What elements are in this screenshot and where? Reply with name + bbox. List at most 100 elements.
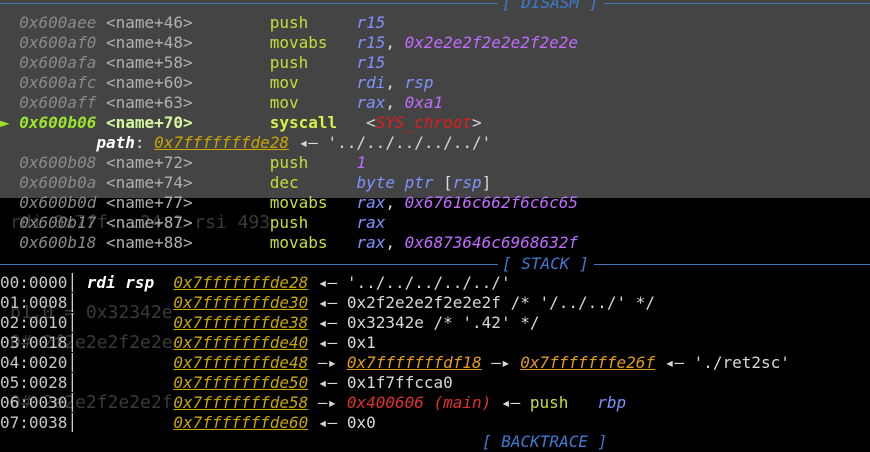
- stack-value: './ret2sc': [693, 353, 790, 372]
- mnemonic: movabs: [269, 193, 357, 212]
- path-colon: :: [134, 133, 155, 152]
- symbol-offset: <name+88>: [105, 233, 193, 252]
- mnemonic: mov: [269, 73, 357, 92]
- stack-value: ◂—: [317, 373, 347, 392]
- stack-divider: │: [67, 393, 87, 412]
- stack-offset: 05:0028: [0, 373, 68, 392]
- mnemonic: syscall: [269, 113, 357, 132]
- stack-value: ◂—: [491, 393, 530, 412]
- stack-value: ◂—: [655, 353, 694, 372]
- stack-value: ◂—: [317, 293, 347, 312]
- operand: rsp: [452, 173, 482, 192]
- stack-divider: │: [67, 273, 87, 292]
- symbol-offset: <name+60>: [105, 73, 193, 92]
- stack-registers: [87, 373, 174, 392]
- backtrace-header: [ BACKTRACE ]: [482, 432, 608, 451]
- operand: 0xa1: [404, 93, 444, 112]
- symbol-offset: <name+72>: [105, 153, 193, 172]
- stack-value: rbp: [597, 393, 627, 412]
- stack-offset: 04:0020: [0, 353, 68, 372]
- stack-offset: 00:0000: [0, 273, 68, 292]
- stack-value: 0x7fffffffdf18: [346, 353, 482, 372]
- instruction-address: 0x600b17: [19, 213, 97, 232]
- operand: rsp: [404, 73, 434, 92]
- disasm-line: 0x600aee <name+46> push r15: [0, 13, 385, 33]
- stack-value: ◂—: [317, 413, 347, 432]
- gutter: [0, 213, 19, 232]
- disasm-line: 0x600b18 <name+88> movabs rax, 0x6873646…: [0, 233, 578, 253]
- stack-divider: │: [67, 413, 87, 432]
- operand: ,: [385, 233, 405, 252]
- disasm-line: 0x600af0 <name+48> movabs r15, 0x2e2e2f2…: [0, 33, 578, 53]
- operand: rax: [356, 193, 386, 212]
- stack-entry: 07:0038│ 0x7fffffffde60 ◂— 0x0: [0, 413, 376, 433]
- instruction-address: 0x600b06: [19, 113, 97, 132]
- stack-value: 0x1: [346, 333, 376, 352]
- operand: rax: [356, 233, 386, 252]
- symbol-offset: <name+58>: [105, 53, 193, 72]
- stack-divider: │: [67, 313, 87, 332]
- stack-address: 0x7fffffffde50: [173, 373, 309, 392]
- instruction-address: 0x600b18: [19, 233, 97, 252]
- path-annotation: path: 0x7fffffffde28 ◂— '../../../../../…: [0, 133, 491, 153]
- stack-address: 0x7fffffffde28: [173, 273, 309, 292]
- disasm-line: 0x600afc <name+60> mov rdi, rsp: [0, 73, 434, 93]
- stack-offset: 01:0008: [0, 293, 68, 312]
- stack-divider: │: [67, 293, 87, 312]
- operand: ,: [385, 73, 405, 92]
- stack-registers: [87, 313, 174, 332]
- stack-entry: 02:0010│ 0x7fffffffde38 ◂— 0x32342e /* '…: [0, 313, 539, 333]
- stack-divider: │: [67, 333, 87, 352]
- disasm-header: [ DISASM ]: [502, 0, 599, 12]
- mnemonic: dec: [269, 173, 357, 192]
- stack-address: 0x7fffffffde58: [173, 393, 309, 412]
- operand: r15: [356, 13, 386, 32]
- stack-value: 0x0: [346, 413, 376, 432]
- current-instruction-marker: ►: [0, 113, 20, 132]
- gutter: [0, 73, 19, 92]
- stack-value: 0x400606 (main): [346, 393, 492, 412]
- operand: ,: [385, 33, 405, 52]
- stack-value: 0x7fffffffe26f: [520, 353, 656, 372]
- disasm-line: 0x600aff <name+63> mov rax, 0xa1: [0, 93, 443, 113]
- gutter: [0, 93, 19, 112]
- instruction-address: 0x600afa: [19, 53, 97, 72]
- stack-address: 0x7fffffffde38: [173, 313, 309, 332]
- operand: ]: [481, 173, 492, 192]
- operand: 0x67616c662f6c6c65: [404, 193, 578, 212]
- disasm-line: 0x600b17 <name+87> push rax: [0, 213, 385, 233]
- path-pointer: 0x7fffffffde28: [154, 133, 289, 152]
- operand: <: [366, 113, 376, 132]
- operand: rax: [356, 213, 386, 232]
- operand: rdi: [356, 73, 386, 92]
- stack-value: ◂—: [317, 333, 347, 352]
- mnemonic: push: [269, 213, 357, 232]
- mnemonic: mov: [269, 93, 357, 112]
- disasm-separator-left: [0, 3, 498, 4]
- operand: r15: [356, 33, 386, 52]
- gutter: [0, 173, 19, 192]
- stack-value: push: [529, 393, 569, 412]
- stack-value: —▸: [317, 353, 347, 372]
- operand: SYS_chroot: [375, 113, 473, 132]
